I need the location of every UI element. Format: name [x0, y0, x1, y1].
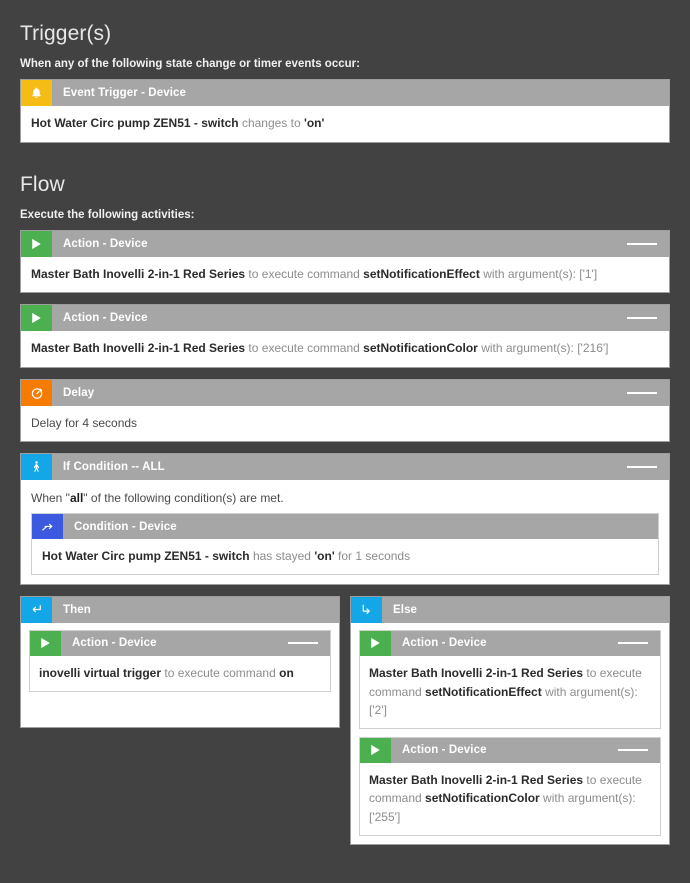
condition-card[interactable]: Condition - Device Hot Water Circ pump Z… [31, 513, 659, 575]
intro-pre: When " [31, 491, 70, 506]
action-card-title: Action - Device [63, 312, 148, 325]
action-card-body[interactable]: Master Bath Inovelli 2-in-1 Red Series t… [21, 257, 669, 293]
drag-handle-icon[interactable] [288, 631, 330, 656]
else-branch-header[interactable]: Else [351, 596, 669, 623]
if-condition-intro: When "all" of the following condition(s)… [21, 480, 669, 513]
if-condition-card[interactable]: If Condition -- ALL When "all" of the fo… [20, 453, 670, 585]
triggers-heading: Trigger(s) [20, 22, 112, 45]
trigger-card-header[interactable]: Event Trigger - Device [21, 80, 669, 106]
intro-post: " of the following condition(s) are met. [83, 491, 284, 506]
bell-icon [21, 80, 52, 106]
action-tail: with argument(s): ['1'] [483, 266, 598, 281]
enter-arrow-icon [21, 596, 52, 623]
action-device: inovelli virtual trigger [39, 665, 162, 680]
play-icon [21, 230, 52, 257]
action-card-title: Action - Device [402, 744, 487, 757]
action-device: Master Bath Inovelli 2-in-1 Red Series [369, 772, 584, 787]
trigger-card[interactable]: Event Trigger - Device Hot Water Circ pu… [20, 79, 670, 143]
flow-subtitle: Execute the following activities: [20, 208, 195, 221]
action-card-header[interactable]: Action - Device [21, 230, 669, 257]
action-tail: with argument(s): ['216'] [481, 341, 609, 356]
action-card-header[interactable]: Action - Device [360, 737, 660, 763]
branch-arrow-icon [351, 596, 382, 623]
action-command: setNotificationColor [425, 791, 540, 806]
play-icon [360, 737, 391, 763]
action-card[interactable]: Action - Device Master Bath Inovelli 2-i… [20, 229, 670, 294]
rule-editor-page: Trigger(s) When any of the following sta… [0, 0, 690, 845]
action-command: setNotificationColor [363, 341, 478, 356]
action-device: Master Bath Inovelli 2-in-1 Red Series [31, 341, 246, 356]
then-branch-body: Action - Device inovelli virtual trigger… [21, 623, 339, 727]
delay-card-body[interactable]: Delay for 4 seconds [21, 406, 669, 442]
play-icon [21, 305, 52, 332]
condition-card-title: Condition - Device [74, 520, 177, 533]
action-card[interactable]: Action - Device Master Bath Inovelli 2-i… [359, 629, 661, 729]
if-condition-header[interactable]: If Condition -- ALL [21, 454, 669, 481]
drag-handle-icon[interactable] [618, 738, 660, 763]
action-card-body[interactable]: Master Bath Inovelli 2-in-1 Red Series t… [360, 763, 660, 835]
condition-card-header[interactable]: Condition - Device [32, 514, 658, 540]
then-branch[interactable]: Then Action - Device inovelli virtual tr… [20, 595, 340, 728]
drag-handle-icon[interactable] [627, 380, 669, 406]
delay-text: Delay for 4 seconds [31, 415, 138, 430]
condition-tail: for 1 seconds [338, 549, 411, 564]
drag-handle-icon[interactable] [627, 305, 669, 331]
delay-card-title: Delay [63, 386, 95, 399]
action-card-title: Action - Device [63, 237, 148, 250]
action-card-header[interactable]: Action - Device [21, 305, 669, 332]
action-card-body[interactable]: Master Bath Inovelli 2-in-1 Red Series t… [21, 331, 669, 367]
else-branch-title: Else [393, 603, 418, 616]
drag-handle-icon[interactable] [627, 231, 669, 257]
play-icon [360, 630, 391, 656]
triggers-subtitle: When any of the following state change o… [20, 58, 360, 70]
action-command: on [279, 665, 294, 680]
action-card-header[interactable]: Action - Device [360, 630, 660, 656]
trigger-device: Hot Water Circ pump ZEN51 - switch [31, 116, 239, 130]
condition-arrow-icon [32, 514, 63, 540]
if-condition-title: If Condition -- ALL [63, 461, 165, 474]
condition-list: Condition - Device Hot Water Circ pump Z… [21, 513, 669, 584]
condition-value: 'on' [314, 549, 335, 564]
delay-card[interactable]: Delay Delay for 4 seconds [20, 378, 670, 443]
else-branch-body: Action - Device Master Bath Inovelli 2-i… [351, 623, 669, 844]
action-card-title: Action - Device [72, 637, 157, 650]
trigger-card-body[interactable]: Hot Water Circ pump ZEN51 - switch chang… [21, 106, 669, 142]
action-card-body[interactable]: Master Bath Inovelli 2-in-1 Red Series t… [360, 656, 660, 728]
action-device: Master Bath Inovelli 2-in-1 Red Series [369, 665, 584, 680]
action-mid: to execute command [248, 341, 360, 356]
action-card-title: Action - Device [402, 637, 487, 650]
condition-predicate: has stayed [252, 549, 311, 564]
trigger-card-title: Event Trigger - Device [63, 87, 186, 99]
action-card-body[interactable]: inovelli virtual trigger to execute comm… [30, 656, 330, 691]
condition-card-body[interactable]: Hot Water Circ pump ZEN51 - switch has s… [32, 539, 658, 574]
drag-handle-icon[interactable] [618, 631, 660, 656]
action-card[interactable]: Action - Device inovelli virtual trigger… [29, 629, 331, 692]
else-branch[interactable]: Else Action - Device Master Bath Inovell… [350, 595, 670, 845]
action-command: setNotificationEffect [425, 684, 542, 699]
then-branch-header[interactable]: Then [21, 596, 339, 623]
stopwatch-icon [21, 379, 52, 406]
trigger-value: 'on' [304, 116, 325, 130]
drag-handle-icon[interactable] [627, 454, 669, 480]
then-branch-title: Then [63, 603, 91, 616]
action-card[interactable]: Action - Device Master Bath Inovelli 2-i… [359, 736, 661, 836]
action-device: Master Bath Inovelli 2-in-1 Red Series [31, 266, 246, 281]
person-icon [21, 454, 52, 481]
action-card-header[interactable]: Action - Device [30, 630, 330, 656]
branch-columns: Then Action - Device inovelli virtual tr… [20, 595, 670, 845]
action-mid: to execute command [164, 665, 276, 680]
intro-strong: all [69, 491, 84, 506]
action-card[interactable]: Action - Device Master Bath Inovelli 2-i… [20, 304, 670, 368]
action-mid: to execute command [248, 266, 360, 281]
condition-device: Hot Water Circ pump ZEN51 - switch [42, 549, 250, 564]
trigger-predicate: changes to [241, 116, 301, 130]
flow-heading: Flow [20, 172, 65, 196]
delay-card-header[interactable]: Delay [21, 379, 669, 406]
play-icon [30, 630, 61, 656]
action-command: setNotificationEffect [363, 266, 480, 281]
